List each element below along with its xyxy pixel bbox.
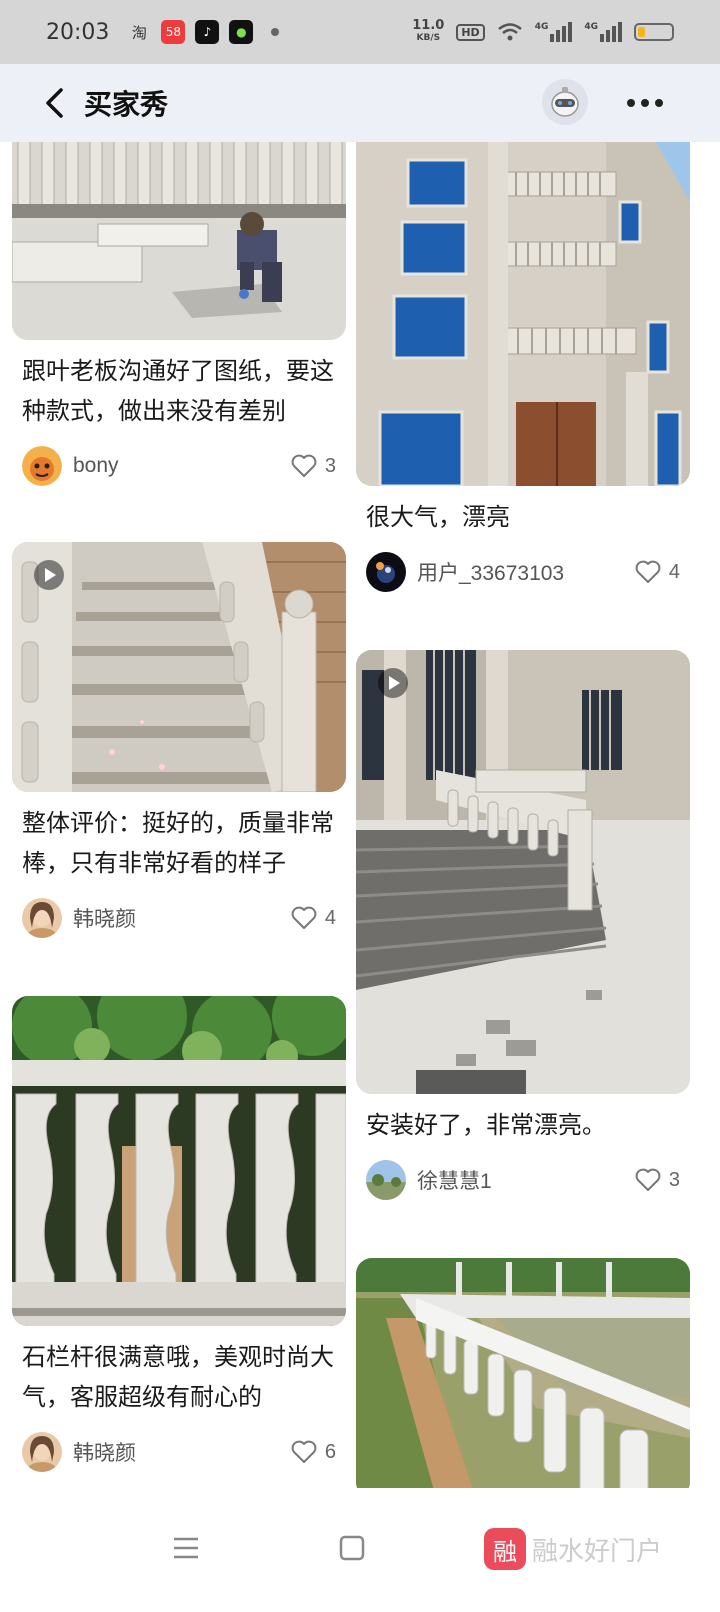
like-count: 3: [668, 1168, 680, 1191]
heart-icon: [635, 560, 661, 583]
heart-icon: [291, 454, 317, 477]
post-meta: 韩晓颜 4: [12, 896, 346, 940]
video-play-icon: [378, 668, 408, 698]
post-meta: 韩晓颜 6: [12, 1430, 346, 1474]
back-button[interactable]: [34, 83, 74, 123]
post-image[interactable]: [356, 142, 690, 486]
net-speed: 11.0 KB/S: [412, 18, 445, 43]
58-icon: 58: [161, 20, 186, 44]
chevron-left-icon: [46, 88, 63, 118]
heart-icon: [291, 906, 317, 929]
robot-icon: [551, 87, 579, 117]
username[interactable]: bony: [73, 454, 291, 478]
post-meta: bony 3: [12, 444, 346, 488]
signal-2-icon: 4G: [584, 22, 622, 42]
post-caption: 安装好了，非常漂亮。: [366, 1112, 606, 1139]
like-count: 6: [324, 1440, 336, 1463]
post-card[interactable]: 跟叶老板沟通好了图纸，要这种款式，做出来没有差别 bony 3: [12, 142, 346, 488]
heart-icon: [291, 1440, 317, 1463]
like-count: 4: [324, 906, 336, 929]
post-caption: 跟叶老板沟通好了图纸，要这种款式，做出来没有差别: [22, 358, 334, 425]
like-button[interactable]: 3: [635, 1168, 680, 1192]
like-button[interactable]: 4: [635, 560, 680, 584]
home-button[interactable]: [324, 1520, 380, 1576]
taobao-icon: 淘: [131, 23, 147, 42]
like-count: 3: [324, 454, 336, 477]
hd-badge: HD: [456, 23, 485, 41]
avatar[interactable]: [22, 1432, 62, 1472]
post-image[interactable]: [12, 996, 346, 1326]
green-app-icon: ●: [229, 20, 254, 44]
post-caption: 很大气，漂亮: [366, 504, 510, 531]
post-image[interactable]: [356, 650, 690, 1094]
watermark: 融 融水好门户: [484, 1528, 662, 1570]
avatar[interactable]: [366, 552, 406, 592]
avatar[interactable]: [366, 1160, 406, 1200]
watermark-text: 融水好门户: [532, 1535, 663, 1566]
signal-1-icon: 4G: [535, 22, 573, 42]
menu-button[interactable]: [158, 1520, 214, 1576]
post-card[interactable]: 石栏杆很满意哦，美观时尚大气，客服超级有耐心的 韩晓颜 6: [12, 996, 346, 1474]
like-button[interactable]: 3: [291, 454, 336, 478]
post-caption: 整体评价：挺好的，质量非常棒，只有非常好看的样子: [22, 810, 334, 877]
username[interactable]: 韩晓颜: [73, 1437, 291, 1467]
notification-apps: 淘 58 ♪ ●: [127, 20, 280, 44]
post-image[interactable]: [356, 1258, 690, 1488]
post-meta: 用户_33673103 4: [356, 550, 690, 594]
status-bar: 20:03 淘 58 ♪ ● 11.0 KB/S HD 4G 4G: [0, 0, 720, 64]
like-button[interactable]: 6: [291, 1440, 336, 1464]
menu-icon: [174, 1537, 198, 1559]
page-title: 买家秀: [84, 89, 169, 120]
avatar[interactable]: [22, 898, 62, 938]
more-button[interactable]: [620, 88, 670, 118]
post-card[interactable]: 很大气，漂亮 用户_33673103 4: [356, 142, 690, 594]
username[interactable]: 徐慧慧1: [417, 1165, 635, 1195]
douyin-icon: ♪: [195, 20, 220, 44]
post-card[interactable]: [356, 1258, 690, 1488]
status-indicators: 11.0 KB/S HD 4G 4G: [412, 18, 674, 44]
username[interactable]: 用户_33673103: [417, 557, 635, 587]
post-image[interactable]: [12, 142, 346, 340]
system-nav-bar: 融 融水好门户: [0, 1488, 720, 1612]
battery-icon: [634, 23, 674, 41]
square-home-icon: [339, 1535, 365, 1561]
like-count: 4: [668, 560, 680, 583]
robot-avatar-button[interactable]: [542, 79, 588, 125]
post-card[interactable]: 整体评价：挺好的，质量非常棒，只有非常好看的样子 韩晓颜 4: [12, 542, 346, 940]
like-button[interactable]: 4: [291, 906, 336, 930]
video-play-icon: [34, 560, 64, 590]
watermark-logo: 融: [484, 1528, 526, 1570]
wifi-icon: [497, 23, 522, 41]
username[interactable]: 韩晓颜: [73, 903, 291, 933]
post-caption: 石栏杆很满意哦，美观时尚大气，客服超级有耐心的: [22, 1344, 334, 1411]
avatar[interactable]: [22, 446, 62, 486]
dot-icon: [271, 28, 280, 36]
post-image[interactable]: [12, 542, 346, 792]
post-card[interactable]: 安装好了，非常漂亮。 徐慧慧1 3: [356, 650, 690, 1202]
page-header: 买家秀: [0, 64, 720, 142]
post-meta: 徐慧慧1 3: [356, 1158, 690, 1202]
heart-icon: [635, 1168, 661, 1191]
more-dots-icon: [627, 99, 635, 107]
status-time: 20:03: [46, 19, 110, 45]
buyer-show-feed[interactable]: 跟叶老板沟通好了图纸，要这种款式，做出来没有差别 bony 3 整体评价：挺好的…: [0, 142, 720, 1488]
